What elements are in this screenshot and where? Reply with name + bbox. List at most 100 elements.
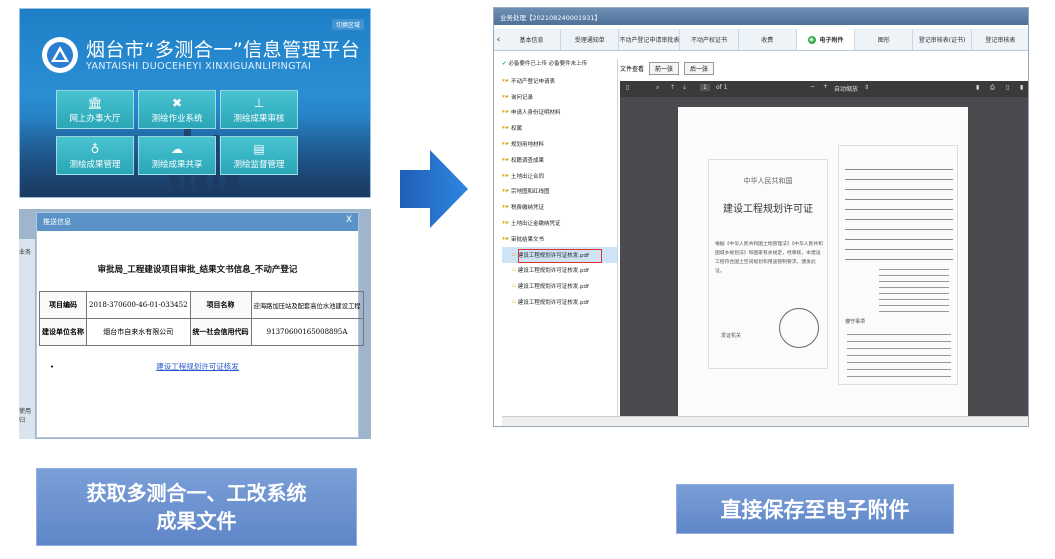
tab-fees[interactable]: 收费 <box>739 29 797 50</box>
tab-basic-info[interactable]: 基本信息 <box>503 29 562 50</box>
tools-icon: ✖ <box>171 96 183 110</box>
tree-item-label: 权籍调查成果 <box>511 157 545 164</box>
active-tab-icon: ◉ <box>807 35 816 44</box>
arrow-right-icon <box>400 150 468 228</box>
zoom-select[interactable]: 自动缩放 <box>834 84 858 93</box>
check-icon: ✔ <box>502 61 507 67</box>
building-icon: 🏛 <box>87 96 103 110</box>
tree-folder-item[interactable]: ▾▰ 土地出让合同 <box>502 168 617 184</box>
close-icon[interactable]: X <box>346 215 352 225</box>
tree-item-label: 申请人身份证明材料 <box>511 110 561 117</box>
switch-region-button[interactable]: 切换区域 <box>331 19 364 30</box>
tree-folder-item[interactable]: ▾▰ 不动产登记申请表 <box>502 73 617 89</box>
table-key: 项目编码 <box>39 291 87 319</box>
tab-review-form[interactable]: 登记审核表 <box>972 29 1028 50</box>
tile-label: 测绘监督管理 <box>233 160 285 170</box>
prev-button[interactable]: 前一张 <box>649 61 680 75</box>
side-label: 使用归 <box>19 408 32 424</box>
tile-online-hall[interactable]: 🏛 网上办事大厅 <box>56 90 134 129</box>
tab-scroll-left-icon[interactable]: ‹ <box>494 29 503 50</box>
folder-icon: ▾▰ <box>502 235 509 242</box>
permit-field-lines <box>845 160 953 260</box>
zoom-out-icon[interactable]: − <box>810 83 815 90</box>
download-icon[interactable]: ▯ <box>1006 84 1009 91</box>
table-key: 建设单位名称 <box>39 318 87 346</box>
permit-right-half: 遵守事项 <box>838 145 958 385</box>
zoom-in-icon[interactable]: + <box>823 83 828 90</box>
sidebar-toggle-icon[interactable]: ▯ <box>626 84 629 91</box>
doc-title: 建设工程规划许可证 <box>723 204 813 215</box>
tree-item-label: 宗地图和红线图 <box>511 189 550 196</box>
tab-acceptance-notice[interactable]: 受理通知单 <box>561 29 620 50</box>
tree-file-item[interactable]: ▫ 建设工程规划许可证核发.pdf <box>502 294 617 310</box>
portal-screenshot: 烟台市“多测合一”信息管理平台 YANTAISHI DUOCEHEYI XINX… <box>19 8 371 198</box>
tree-list: ▾▰ 不动产登记申请表 ▾▰ 询问记录 ▾▰ 申请人身份证明材料 ▾▰ 权属 ▾▰ 规划用地材料 ▾… <box>502 73 617 310</box>
table-value: 2018-370600-46-01-033452 <box>86 291 191 319</box>
table-row: 项目编码 2018-370600-46-01-033452 项目名称 迎海路加压… <box>39 291 364 319</box>
tile-result-share[interactable]: ☁ 测绘成果共享 <box>138 136 216 175</box>
tile-result-review[interactable]: ⊥ 测绘成果审核 <box>220 90 298 129</box>
tab-graphics[interactable]: 图形 <box>855 29 914 50</box>
search-icon[interactable]: ⌕ <box>656 84 659 92</box>
permit-text-block <box>879 264 949 314</box>
table-row: 建设单位名称 烟台市自来水有限公司 统一社会信用代码 9137060016500… <box>39 318 364 346</box>
doc-notes-lines <box>847 328 951 378</box>
tree-folder-item[interactable]: ▾▰ 税费缴纳凭证 <box>502 199 617 215</box>
folder-icon: ▾▰ <box>502 204 509 211</box>
tab-property-certificate[interactable]: 不动产权证书 <box>680 29 739 50</box>
next-button[interactable]: 后一张 <box>684 61 715 75</box>
tile-survey-system[interactable]: ✖ 测绘作业系统 <box>138 90 216 129</box>
horizontal-scrollbar[interactable] <box>502 416 1028 426</box>
tree-folder-item[interactable]: ▾▰ 申请人身份证明材料 <box>502 105 617 121</box>
bookmark-icon[interactable]: ▮ <box>1020 84 1023 91</box>
file-icon: ▫ <box>512 299 516 306</box>
tile-label: 测绘成果审核 <box>233 114 285 124</box>
pdf-toolbar: ▯ ⌕ ⇡ ⇣ 1 of 1 − + 自动缩放 ⇕ ▮ ⎙ ▯ ▮ <box>620 81 1028 97</box>
tree-item-label: 土地出让金缴纳凭证 <box>511 221 561 228</box>
tab-bar: ‹ 基本信息 受理通知单 不动产登记申请审批表 不动产权证书 收费 ◉ 电子附件… <box>494 29 1028 51</box>
caption-left-line2: 成果文件 <box>156 509 237 533</box>
tree-item-label: 土地出让合同 <box>511 173 545 180</box>
tree-legend: ✔ 必备要件已上传 必备要件未上传 <box>502 59 617 67</box>
tile-result-management[interactable]: ♁ 测绘成果管理 <box>56 136 134 175</box>
folder-icon: ▾▰ <box>502 141 509 148</box>
tree-folder-item[interactable]: ▾▰ 土地出让金缴纳凭证 <box>502 215 617 231</box>
tree-folder-item[interactable]: ▾▰ 权籍调查成果 <box>502 152 617 168</box>
share-icon: ☁ <box>171 142 183 156</box>
folder-icon: ▾▰ <box>502 172 509 179</box>
page-down-icon[interactable]: ⇣ <box>682 84 687 91</box>
caption-right: 直接保存至电子附件 <box>676 484 954 534</box>
print-icon[interactable]: ⎙ <box>990 84 995 92</box>
tree-folder-item[interactable]: ▾▰ 审批结果文书 <box>502 231 617 247</box>
pdf-page: 中华人民共和国 建设工程规划许可证 根据《中华人民共和国土地管理法》《中华人民共… <box>678 107 968 417</box>
dialog-header: 推送信息 X <box>37 213 358 231</box>
tree-item-label: 建设工程规划许可证核发.pdf <box>517 268 589 275</box>
tree-folder-item[interactable]: ▾▰ 宗地图和红线图 <box>502 184 617 200</box>
tree-item-label: 规划用地材料 <box>511 142 545 149</box>
page-number-input[interactable]: 1 <box>700 84 710 91</box>
file-icon: ▫ <box>512 283 516 290</box>
tab-application-form[interactable]: 不动产登记申请审批表 <box>619 29 681 50</box>
table-value: 91370600165008895A <box>250 318 364 346</box>
pdf-canvas: 中华人民共和国 建设工程规划许可证 根据《中华人民共和国土地管理法》《中华人民共… <box>620 97 1028 417</box>
tab-label: 电子附件 <box>819 37 844 44</box>
tree-folder-item[interactable]: ▾▰ 规划用地材料 <box>502 136 617 152</box>
doc-heading: 中华人民共和国 <box>743 177 793 185</box>
tree-file-item[interactable]: ▫ 建设工程规划许可证核发.pdf <box>502 263 617 279</box>
page-up-icon[interactable]: ⇡ <box>670 84 675 91</box>
tile-supervision[interactable]: ▤ 测绘监督管理 <box>220 136 298 175</box>
tab-electronic-attachment[interactable]: ◉ 电子附件 <box>796 29 856 50</box>
folder-icon: ▾▰ <box>502 109 509 116</box>
permit-link[interactable]: 建设工程规划许可证核发 <box>37 361 358 372</box>
tree-file-item[interactable]: ▫ 建设工程规划许可证核发.pdf <box>502 278 617 294</box>
doc-body: 根据《中华人民共和国土地管理法》《中华人民共和国城乡规划法》和国家有关规定，经审… <box>715 242 823 274</box>
table-value: 迎海路加压站及配套高位水池建设工程 <box>250 291 364 319</box>
tab-review-certificate[interactable]: 登记审核表(证书) <box>913 29 972 50</box>
tree-item-label: 建设工程规划许可证核发.pdf <box>517 300 589 307</box>
open-file-icon[interactable]: ▮ <box>976 84 979 91</box>
tree-item-label: 权属 <box>511 126 523 133</box>
tree-folder-item[interactable]: ▾▰ 询问记录 <box>502 89 617 105</box>
file-viewer: 文件查看 前一张 后一张 ▯ ⌕ ⇡ ⇣ 1 of 1 − + 自动缩放 ⇕ ▮… <box>620 59 1028 417</box>
viewer-header: 文件查看 前一张 后一张 <box>620 59 1028 77</box>
tree-folder-item[interactable]: ▾▰ 权属 <box>502 120 617 136</box>
